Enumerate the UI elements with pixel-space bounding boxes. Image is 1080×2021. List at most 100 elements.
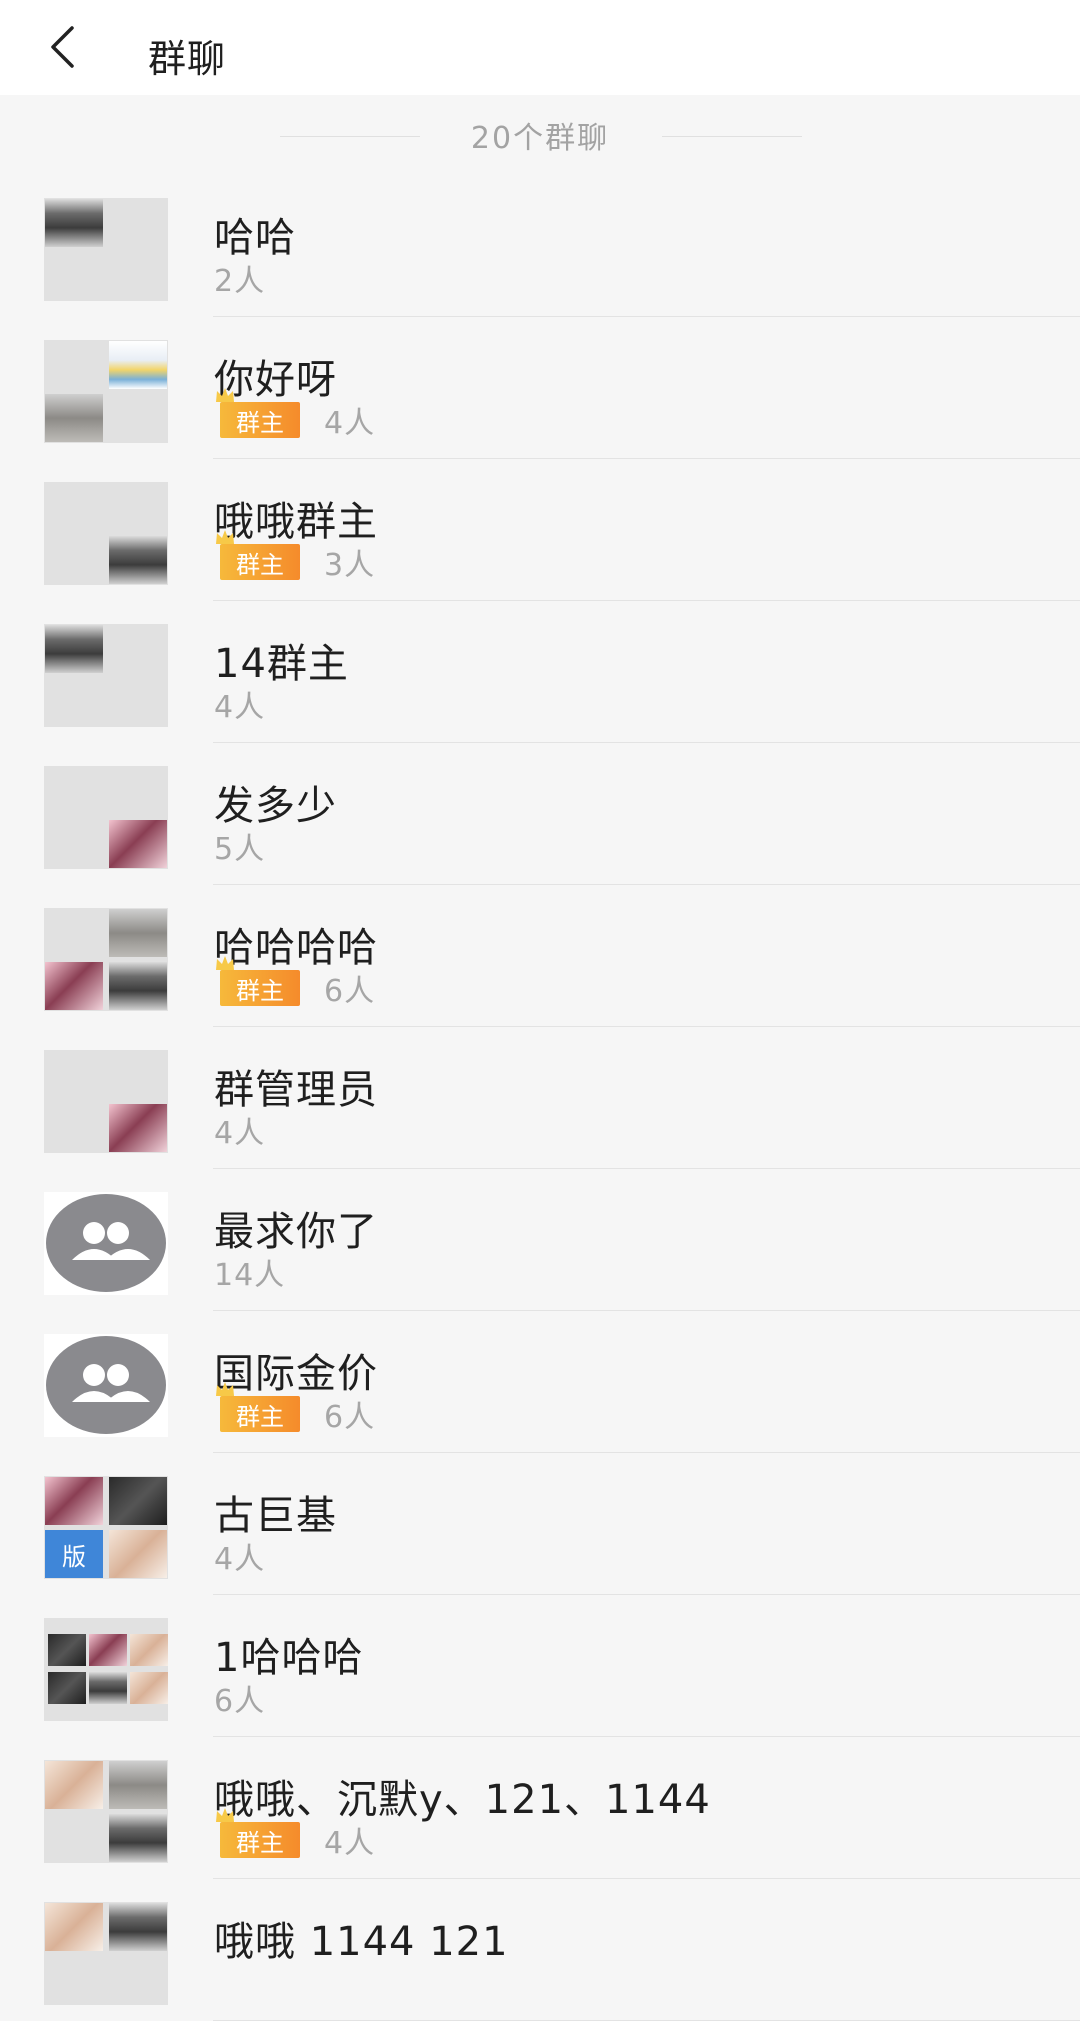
member-photo-tile [109, 1104, 167, 1152]
group-people-icon [46, 1194, 166, 1292]
member-count: 6人 [214, 1684, 266, 1719]
back-button[interactable] [40, 22, 90, 72]
member-count: 14人 [214, 1258, 286, 1293]
group-name: 哈哈 [214, 215, 296, 261]
group-avatar [44, 1618, 168, 1721]
member-photo-tile [109, 962, 167, 1010]
owner-badge-label: 群主 [236, 408, 284, 437]
owner-badge: 群主 [216, 1808, 300, 1858]
crown-icon [216, 956, 234, 970]
group-meta: 4人 [214, 683, 265, 725]
version-tile-label: 版 [45, 1530, 103, 1578]
member-photo-tile [109, 1903, 167, 1951]
member-photo-tile [109, 1761, 167, 1809]
group-meta: 群主 6人 [214, 956, 376, 1009]
group-row[interactable]: 发多少 5人 [0, 743, 1080, 885]
group-name: 哦哦群主 [214, 499, 378, 545]
member-photo-tile [45, 962, 103, 1010]
group-avatar [44, 624, 168, 727]
owner-badge: 群主 [216, 530, 300, 580]
group-name: 哦哦 1144 121 [214, 1919, 509, 1965]
group-meta: 4人 [214, 1535, 265, 1577]
group-name: 14群主 [214, 641, 349, 687]
group-name: 哈哈哈哈 [214, 925, 378, 971]
crown-icon [216, 1382, 234, 1396]
group-meta: 14人 [214, 1251, 285, 1293]
member-count: 6人 [324, 1400, 376, 1435]
group-meta: 5人 [214, 825, 265, 867]
group-meta: 2人 [214, 257, 265, 299]
member-photo-tile [109, 536, 167, 584]
group-row[interactable]: 哦哦 1144 121 [0, 1879, 1080, 2021]
group-avatar [44, 1334, 168, 1437]
group-row[interactable]: 哦哦、沉默y、121、1144 群主 4人 [0, 1737, 1080, 1879]
group-avatar [44, 198, 168, 301]
member-photo-tile [45, 1477, 103, 1525]
group-count-label: 20个群聊 [470, 121, 610, 156]
group-people-icon [46, 1336, 166, 1434]
group-row[interactable]: 国际金价群主 6人 [0, 1311, 1080, 1453]
group-row[interactable]: 哦哦群主群主 3人 [0, 459, 1080, 601]
member-photo-tile [45, 199, 103, 247]
group-count-divider: 20个群聊 [0, 95, 1080, 175]
owner-badge: 群主 [216, 1382, 300, 1432]
group-meta: 群主 4人 [214, 388, 376, 441]
group-name: 哦哦、沉默y、121、1144 [214, 1777, 711, 1823]
crown-icon [216, 1808, 234, 1822]
member-photo-tile [89, 1634, 127, 1666]
group-name: 国际金价 [214, 1351, 378, 1397]
group-row[interactable]: 你好呀 群主 4人 [0, 317, 1080, 459]
page-title: 群聊 [148, 37, 227, 81]
group-avatar [44, 482, 168, 585]
group-avatar [44, 340, 168, 443]
owner-badge-label: 群主 [236, 1402, 284, 1431]
group-meta: 6人 [214, 1677, 265, 1719]
member-photo-tile [48, 1634, 86, 1666]
group-name: 古巨基 [214, 1493, 337, 1539]
group-row[interactable]: 哈哈哈哈 群主 6人 [0, 885, 1080, 1027]
member-photo-tile [89, 1672, 127, 1704]
owner-badge-label: 群主 [236, 550, 284, 579]
member-count: 2人 [214, 264, 266, 299]
group-avatar: 版 [44, 1476, 168, 1579]
member-photo-tile [130, 1672, 168, 1704]
member-count: 5人 [214, 832, 266, 867]
group-name: 最求你了 [214, 1209, 378, 1255]
group-avatar [44, 1192, 168, 1295]
owner-badge: 群主 [216, 956, 300, 1006]
group-row[interactable]: 14群主 4人 [0, 601, 1080, 743]
group-row[interactable]: 最求你了 14人 [0, 1169, 1080, 1311]
group-meta: 4人 [214, 1109, 265, 1151]
member-photo-tile [109, 1530, 167, 1578]
divider-line-right [662, 136, 802, 137]
member-count: 4人 [324, 406, 376, 441]
member-photo-tile [109, 820, 167, 868]
member-photo-tile [45, 625, 103, 673]
group-row[interactable]: 群管理员 4人 [0, 1027, 1080, 1169]
crown-icon [216, 530, 234, 544]
member-photo-tile [45, 1761, 103, 1809]
member-count: 6人 [324, 974, 376, 1009]
group-name: 发多少 [214, 783, 337, 829]
member-count: 4人 [214, 1116, 266, 1151]
group-avatar [44, 908, 168, 1011]
group-row[interactable]: 哈哈 2人 [0, 175, 1080, 317]
group-avatar [44, 766, 168, 869]
group-avatar [44, 1760, 168, 1863]
crown-icon [216, 388, 234, 402]
group-meta: 群主 6人 [214, 1382, 376, 1435]
member-photo-tile [109, 909, 167, 957]
group-avatar [44, 1050, 168, 1153]
member-photo-tile [109, 1477, 167, 1525]
top-bar: 群聊 [0, 0, 1080, 95]
back-arrow-icon [51, 26, 74, 68]
member-photo-tile [48, 1672, 86, 1704]
group-name: 群管理员 [214, 1067, 378, 1113]
group-row[interactable]: 1哈哈哈 6人 [0, 1595, 1080, 1737]
member-photo-tile [109, 341, 167, 389]
member-count: 3人 [324, 548, 376, 583]
owner-badge-label: 群主 [236, 1828, 284, 1857]
member-count: 4人 [214, 1542, 266, 1577]
group-row[interactable]: 版 古巨基 4人 [0, 1453, 1080, 1595]
member-photo-tile [45, 1903, 103, 1951]
